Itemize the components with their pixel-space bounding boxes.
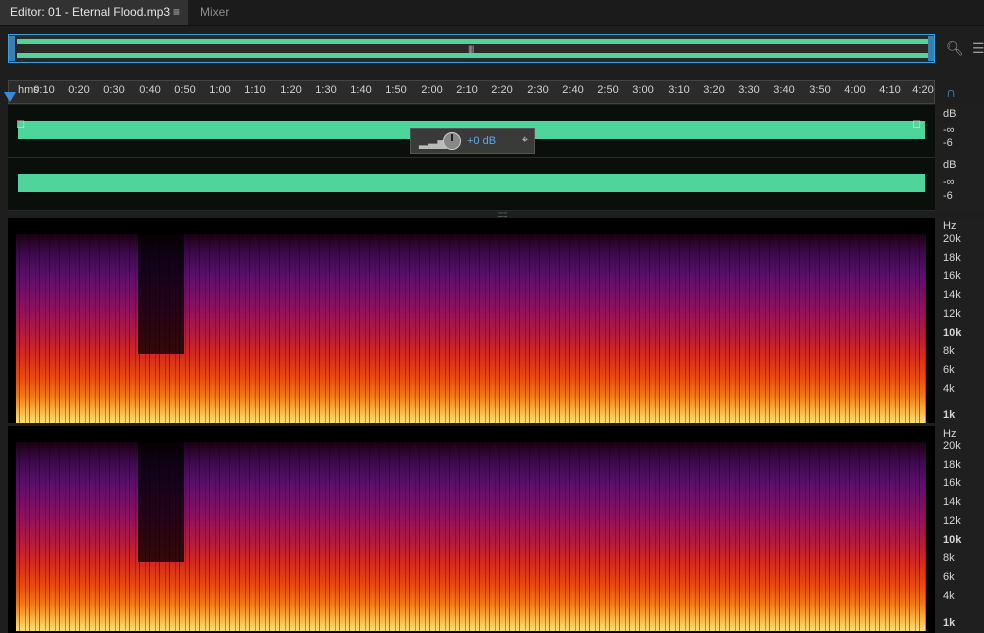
- hz-tick-label: 10k: [943, 327, 962, 339]
- overview-grip-icon[interactable]: ||||: [468, 44, 474, 54]
- hz-tick-label: 16k: [943, 270, 961, 282]
- db-tick-label: -6: [943, 190, 953, 202]
- spectral-channel-right[interactable]: [8, 426, 935, 631]
- overview-waveform-ch2: [17, 53, 930, 58]
- hz-tick-label: 6k: [943, 364, 955, 376]
- hz-tick-label: 6k: [943, 571, 955, 583]
- time-ruler[interactable]: hms 0:10 0:20 0:30 0:40 0:50 1:00 1:10 1…: [8, 80, 935, 104]
- overview-navigator[interactable]: ||||: [8, 34, 935, 63]
- hz-tick-label: 14k: [943, 289, 961, 301]
- hz-tick-label: 4k: [943, 383, 955, 395]
- tab-bar: Editor: 01 - Eternal Flood.mp3 ≡ Mixer: [0, 0, 984, 26]
- spectrogram-quiet-region: [138, 442, 184, 562]
- overview-right-handle[interactable]: [928, 36, 934, 61]
- db-tick-label: -∞: [943, 176, 955, 188]
- ruler-tick-label: 2:00: [421, 84, 443, 96]
- ruler-tick-label: 3:00: [632, 84, 654, 96]
- ruler-tick-label: 1:00: [209, 84, 231, 96]
- tab-editor[interactable]: Editor: 01 - Eternal Flood.mp3 ≡: [0, 0, 188, 25]
- playhead-marker-icon[interactable]: [4, 92, 16, 102]
- hz-tick-label: 8k: [943, 345, 955, 357]
- tab-mixer[interactable]: Mixer: [190, 0, 256, 25]
- hz-tick-label: 4k: [943, 590, 955, 602]
- waveform-display[interactable]: ◻ ◻: [8, 105, 935, 211]
- overview-left-handle[interactable]: [9, 36, 15, 61]
- hz-unit-label: Hz: [943, 428, 957, 440]
- ruler-tick-label: 4:00: [844, 84, 866, 96]
- spectral-display[interactable]: [8, 218, 984, 633]
- ruler-tick-label: 2:30: [527, 84, 549, 96]
- ruler-tick-label: 0:30: [103, 84, 125, 96]
- hz-tick-label: 12k: [943, 308, 961, 320]
- ruler-tick-label: 0:50: [174, 84, 196, 96]
- ruler-tick-label: 0:40: [139, 84, 161, 96]
- ruler-tick-label: 1:40: [350, 84, 372, 96]
- ruler-tick-label: 1:20: [280, 84, 302, 96]
- fade-in-handle-icon[interactable]: ◻: [16, 117, 25, 130]
- volume-knob[interactable]: [443, 132, 461, 150]
- ruler-tick-label: 3:10: [668, 84, 690, 96]
- hz-tick-label: 18k: [943, 252, 961, 264]
- db-unit-label: dB: [943, 108, 957, 120]
- tab-mixer-label: Mixer: [200, 5, 230, 19]
- ruler-tick-label: 2:50: [597, 84, 619, 96]
- ruler-tick-label: 1:30: [315, 84, 337, 96]
- hz-tick-label: 14k: [943, 496, 961, 508]
- volume-hud[interactable]: ▂▃▅ +0 dB ⌖: [410, 128, 535, 154]
- headphones-icon[interactable]: ∩: [946, 84, 956, 100]
- zoom-icon[interactable]: 🔍︎: [946, 40, 964, 57]
- hz-tick-label: 10k: [943, 534, 962, 546]
- ruler-tick-label: 3:50: [809, 84, 831, 96]
- volume-value: +0 dB: [467, 135, 497, 147]
- waveform-right: [18, 174, 925, 192]
- hz-tick-label: 1k: [943, 409, 956, 421]
- hz-tick-label: 16k: [943, 477, 961, 489]
- ruler-tick-label: 3:30: [738, 84, 760, 96]
- db-tick-label: -∞: [943, 124, 955, 136]
- ruler-tick-label: 2:10: [456, 84, 478, 96]
- hz-tick-label: 8k: [943, 552, 955, 564]
- hz-tick-label: 20k: [943, 440, 961, 452]
- db-scale: dB -∞ -6 dB -∞ -6: [935, 105, 984, 211]
- ruler-tick-label: 4:20: [912, 84, 934, 96]
- spectrogram-quiet-region: [138, 234, 184, 354]
- ruler-tick-label: 1:10: [244, 84, 266, 96]
- hz-tick-label: 12k: [943, 515, 961, 527]
- db-tick-label: -6: [943, 137, 953, 149]
- panel-menu-icon[interactable]: ≡: [173, 0, 180, 25]
- list-icon[interactable]: ☰: [972, 40, 984, 57]
- hz-scale: Hz 20k 18k 16k 14k 12k 10k 8k 6k 4k 1k H…: [935, 218, 984, 633]
- fade-out-handle-icon[interactable]: ◻: [912, 117, 921, 130]
- ruler-tick-label: 2:20: [491, 84, 513, 96]
- spectral-channel-left[interactable]: [8, 218, 935, 423]
- overview-waveform-ch1: [17, 39, 930, 44]
- ruler-tick-label: 0:20: [68, 84, 90, 96]
- hz-unit-label: Hz: [943, 220, 957, 232]
- hz-tick-label: 20k: [943, 233, 961, 245]
- db-unit-label: dB: [943, 159, 957, 171]
- ruler-tick-label: 4:10: [879, 84, 901, 96]
- ruler-tick-label: 3:40: [773, 84, 795, 96]
- hz-tick-label: 18k: [943, 459, 961, 471]
- ruler-tick-label: 2:40: [562, 84, 584, 96]
- ruler-tick-label: 0:10: [33, 84, 55, 96]
- pin-icon[interactable]: ⌖: [522, 134, 528, 147]
- ruler-tick-label: 3:20: [703, 84, 725, 96]
- tab-editor-label: Editor: 01 - Eternal Flood.mp3: [10, 5, 171, 19]
- waveform-channel-right[interactable]: [8, 158, 935, 211]
- hz-tick-label: 1k: [943, 617, 956, 629]
- ruler-tick-label: 1:50: [385, 84, 407, 96]
